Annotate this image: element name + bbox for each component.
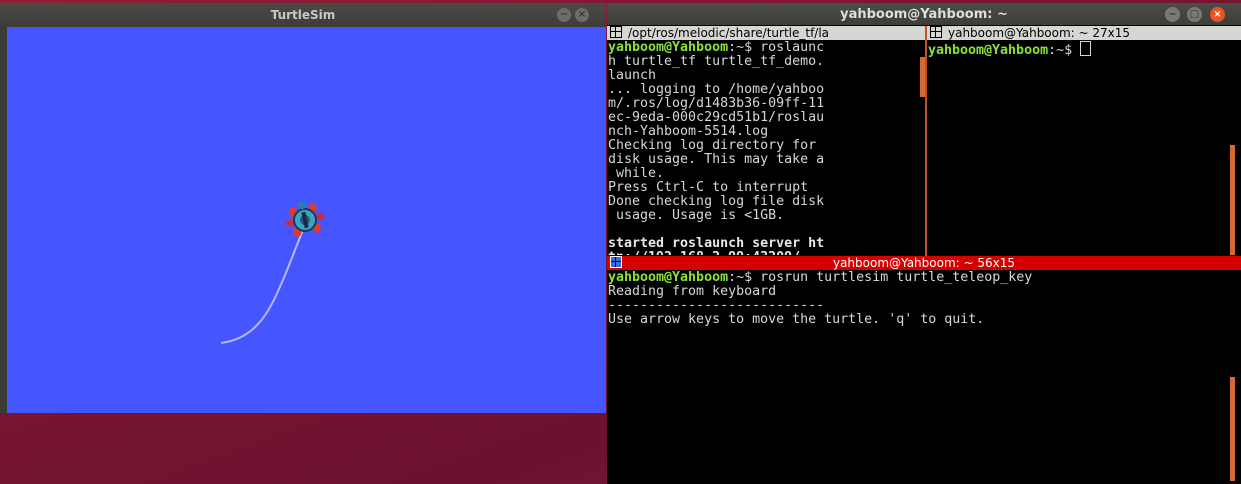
terminal-line: ec-9eda-000c29cd51b1/roslau (608, 111, 922, 125)
terminal-text: nch-Yahboom-5514.log (608, 124, 769, 139)
close-button[interactable]: × (1210, 7, 1225, 22)
terminal-text: ... logging to /home/yahboo (608, 82, 825, 97)
terminal-text: :~$ rosrun turtlesim turtle_teleop_key (728, 271, 1033, 285)
terminal-line: disk usage. This may take a (608, 153, 922, 167)
terminal-line: usage. Usage is <1GB. (608, 209, 922, 223)
terminal-text: usage. Usage is <1GB. (608, 208, 785, 223)
split-pane-icon (610, 26, 622, 38)
terminal-text: Use arrow keys to move the turtle. 'q' t… (608, 312, 985, 327)
right-pane-text: :~$ (1048, 43, 1081, 58)
terminal-line: h turtle_tf turtle_tf_demo. (608, 55, 922, 69)
left-pane-title[interactable]: /opt/ros/melodic/share/turtle_tf/la (607, 26, 925, 40)
terminal-line: yahboom@Yahboom:~$ roslaunc (608, 41, 922, 55)
terminal-text: Done checking log file disk (608, 194, 825, 209)
terminal-bold-text: tp://192.168.2.99:43209/ (608, 250, 800, 256)
terminal-line: nch-Yahboom-5514.log (608, 125, 922, 139)
shell-prompt: yahboom@Yahboom (608, 271, 729, 285)
terminal-line: Done checking log file disk (608, 195, 922, 209)
terminal-text: --------------------------- (608, 298, 825, 313)
terminal-text: Press Ctrl-C to interrupt (608, 180, 809, 195)
turtlesim-title: TurtleSim (270, 8, 336, 22)
bottom-pane-title[interactable]: yahboom@Yahboom: ~ 56x15 (607, 256, 1241, 270)
terminal-titlebar[interactable]: yahboom@Yahboom: ~ − □ × (607, 3, 1241, 25)
terminal-text: disk usage. This may take a (608, 152, 825, 167)
terminal-line: yahboom@Yahboom:~$ rosrun turtlesim turt… (608, 271, 1228, 285)
terminal-line: tp://192.168.2.99:43209/ (608, 250, 922, 256)
terminal-bold-text: started roslaunch server ht (608, 236, 825, 251)
turtlesim-canvas (7, 27, 606, 413)
terminal-text: m/.ros/log/d1483b36-09ff-11 (608, 96, 825, 111)
turtlesim-titlebar[interactable]: TurtleSim − × (0, 3, 606, 27)
terminal-line: started roslaunch server ht (608, 237, 922, 251)
terminal-text: h turtle_tf turtle_tf_demo. (608, 54, 825, 69)
bottom-pane-scrollbar[interactable] (1230, 377, 1235, 481)
terminal-line: launch (608, 69, 922, 83)
terminal-line: m/.ros/log/d1483b36-09ff-11 (608, 97, 922, 111)
terminal-line: Use arrow keys to move the turtle. 'q' t… (608, 313, 1228, 327)
right-pane-title[interactable]: yahboom@Yahboom: ~ 27x15 (927, 26, 1241, 40)
terminal-text: launch (608, 68, 657, 83)
bottom-pane-title-text: yahboom@Yahboom: ~ 56x15 (832, 256, 1016, 270)
right-pane-scrollbar[interactable] (1230, 145, 1235, 255)
terminal-line: --------------------------- (608, 299, 1228, 313)
bottom-terminal-pane[interactable]: yahboom@Yahboom:~$ rosrun turtlesim turt… (608, 271, 1228, 481)
right-pane-title-text: yahboom@Yahboom: ~ 27x15 (948, 26, 1131, 40)
turtle-trail (220, 229, 304, 344)
left-pane-title-text: /opt/ros/melodic/share/turtle_tf/la (628, 26, 830, 40)
terminal-text: Checking log directory for (608, 138, 817, 153)
turtlesim-window[interactable]: TurtleSim − × (0, 3, 606, 413)
terminal-line: Press Ctrl-C to interrupt (608, 181, 922, 195)
close-button[interactable]: × (575, 8, 589, 22)
right-terminal-pane[interactable]: yahboom@Yahboom:~$ (928, 41, 1236, 255)
shell-prompt: yahboom@Yahboom (608, 41, 729, 55)
terminal-line: Checking log directory for (608, 139, 922, 153)
left-terminal-pane[interactable]: yahboom@Yahboom:~$ roslaunc h turtle_tf t… (608, 41, 922, 255)
terminal-window[interactable]: yahboom@Yahboom: ~ − □ × /opt/ros/melodi… (607, 3, 1241, 484)
terminal-cursor (1080, 41, 1092, 56)
split-pane-icon (930, 26, 942, 38)
pane-divider-vertical[interactable] (925, 26, 927, 256)
minimize-button[interactable]: − (1165, 7, 1180, 22)
terminal-text: while. (608, 166, 665, 181)
terminal-text: ec-9eda-000c29cd51b1/roslau (608, 110, 825, 125)
terminal-line: Reading from keyboard (608, 285, 1228, 299)
terminal-title: yahboom@Yahboom: ~ (840, 7, 1008, 22)
maximize-button[interactable]: □ (1187, 7, 1202, 22)
minimize-button[interactable]: − (557, 8, 571, 22)
right-pane-prompt: yahboom@Yahboom (928, 43, 1049, 58)
turtle-icon (285, 201, 325, 237)
terminal-text: Reading from keyboard (608, 284, 777, 299)
terminal-line: while. (608, 167, 922, 181)
terminal-line: ... logging to /home/yahboo (608, 83, 922, 97)
terminal-text: :~$ roslaunc (728, 41, 825, 55)
